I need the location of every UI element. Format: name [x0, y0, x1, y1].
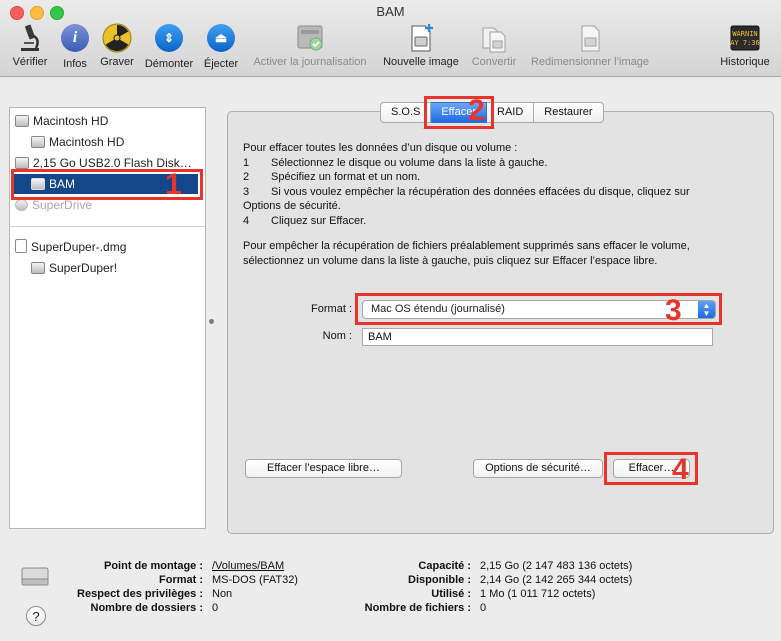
eject-icon: ⏏ [205, 24, 237, 56]
tab-first-aid[interactable]: S.O.S [380, 102, 432, 123]
format-label: Format : [311, 303, 352, 315]
unmount-icon: ⇕ [153, 24, 185, 56]
sidebar-item-superdrive[interactable]: SuperDrive [15, 196, 92, 214]
optical-drive-icon [15, 199, 28, 211]
sidebar-item-bam[interactable]: BAM [31, 175, 75, 193]
free-space-note: Pour empêcher la récupération de fichier… [243, 240, 690, 267]
info-button[interactable]: i Infos [57, 22, 93, 70]
disk-image-icon [15, 239, 27, 253]
instructions-intro: Pour effacer toutes les données d’un dis… [243, 142, 518, 154]
burn-icon [101, 22, 133, 54]
new-image-icon [405, 22, 437, 54]
sidebar-item-macintosh-hd-volume[interactable]: Macintosh HD [31, 133, 124, 151]
log-icon-text-2: AY 7:36 [730, 39, 760, 47]
resize-image-button[interactable]: Redimensionner l’image [524, 22, 656, 68]
tab-restore[interactable]: Restaurer [534, 102, 604, 123]
disk-info-icon [20, 560, 50, 590]
enable-journaling-button[interactable]: Activer la journalisation [246, 22, 374, 68]
log-icon: WARNIN AY 7:36 [729, 22, 761, 54]
annotation-number-2: 2 [468, 94, 485, 127]
log-icon-text-1: WARNIN [732, 30, 757, 38]
format-select[interactable]: Mac OS étendu (journalisé) ▲ ▼ [362, 300, 716, 319]
microscope-icon [14, 22, 46, 54]
sidebar-item-superduper-volume[interactable]: SuperDuper! [31, 259, 117, 277]
convert-button[interactable]: Convertir [468, 22, 520, 68]
mount-point-link[interactable]: /Volumes/BAM [212, 559, 284, 574]
disk-utility-window: BAM Vérifier i Infos Graver ⇕ Démonter ⏏… [0, 0, 781, 641]
eject-button[interactable]: ⏏ Éjecter [200, 22, 242, 70]
erase-free-space-button[interactable]: Effacer l’espace libre… [245, 459, 402, 478]
journaling-icon [294, 22, 326, 54]
security-options-button[interactable]: Options de sécurité… [473, 459, 603, 478]
history-log-button[interactable]: WARNIN AY 7:36 Historique [716, 22, 774, 68]
instruction-step: 2 Spécifiez un format et un nom. [243, 171, 421, 183]
info-icon: i [59, 24, 91, 56]
instruction-step: 3 Si vous voulez empêcher la récupération… [243, 185, 690, 198]
volume-icon [31, 136, 45, 148]
window-title: BAM [376, 4, 405, 19]
tab-bar: S.O.S Effacer RAID Restaurer [380, 102, 604, 123]
verify-button[interactable]: Vérifier [6, 22, 54, 68]
convert-icon [478, 22, 510, 54]
annotation-number-1: 1 [165, 168, 182, 201]
tab-raid[interactable]: RAID [487, 102, 535, 123]
volume-icon [31, 262, 45, 274]
chevron-updown-icon: ▲ ▼ [698, 301, 715, 318]
format-select-value: Mac OS étendu (journalisé) [371, 303, 505, 315]
resize-image-icon [574, 22, 606, 54]
volume-icon [31, 178, 45, 190]
name-label: Nom : [322, 330, 352, 342]
sidebar-item-superduper-dmg[interactable]: SuperDuper-.dmg [15, 238, 126, 256]
instruction-step: 1 Sélectionnez le disque ou volume dans l… [243, 156, 548, 169]
annotation-number-4: 4 [672, 453, 689, 486]
instruction-step: 4 Cliquez sur Effacer. [243, 214, 367, 227]
new-image-button[interactable]: Nouvelle image [378, 22, 464, 68]
split-view-grip[interactable] [209, 319, 214, 324]
hard-disk-icon [15, 115, 29, 127]
name-input[interactable] [362, 328, 713, 346]
sidebar-item-macintosh-hd-disk[interactable]: Macintosh HD [15, 112, 108, 130]
burn-button[interactable]: Graver [96, 22, 138, 68]
usb-disk-icon [15, 157, 29, 169]
annotation-number-3: 3 [665, 294, 682, 327]
titlebar-toolbar: BAM Vérifier i Infos Graver ⇕ Démonter ⏏… [0, 0, 781, 77]
sidebar-separator [10, 226, 205, 227]
unmount-button[interactable]: ⇕ Démonter [141, 22, 197, 70]
help-button[interactable]: ? [26, 606, 46, 626]
instruction-step-cont: Options de sécurité. [243, 200, 341, 212]
erase-instructions: Pour effacer toutes les données d’un dis… [243, 141, 763, 228]
